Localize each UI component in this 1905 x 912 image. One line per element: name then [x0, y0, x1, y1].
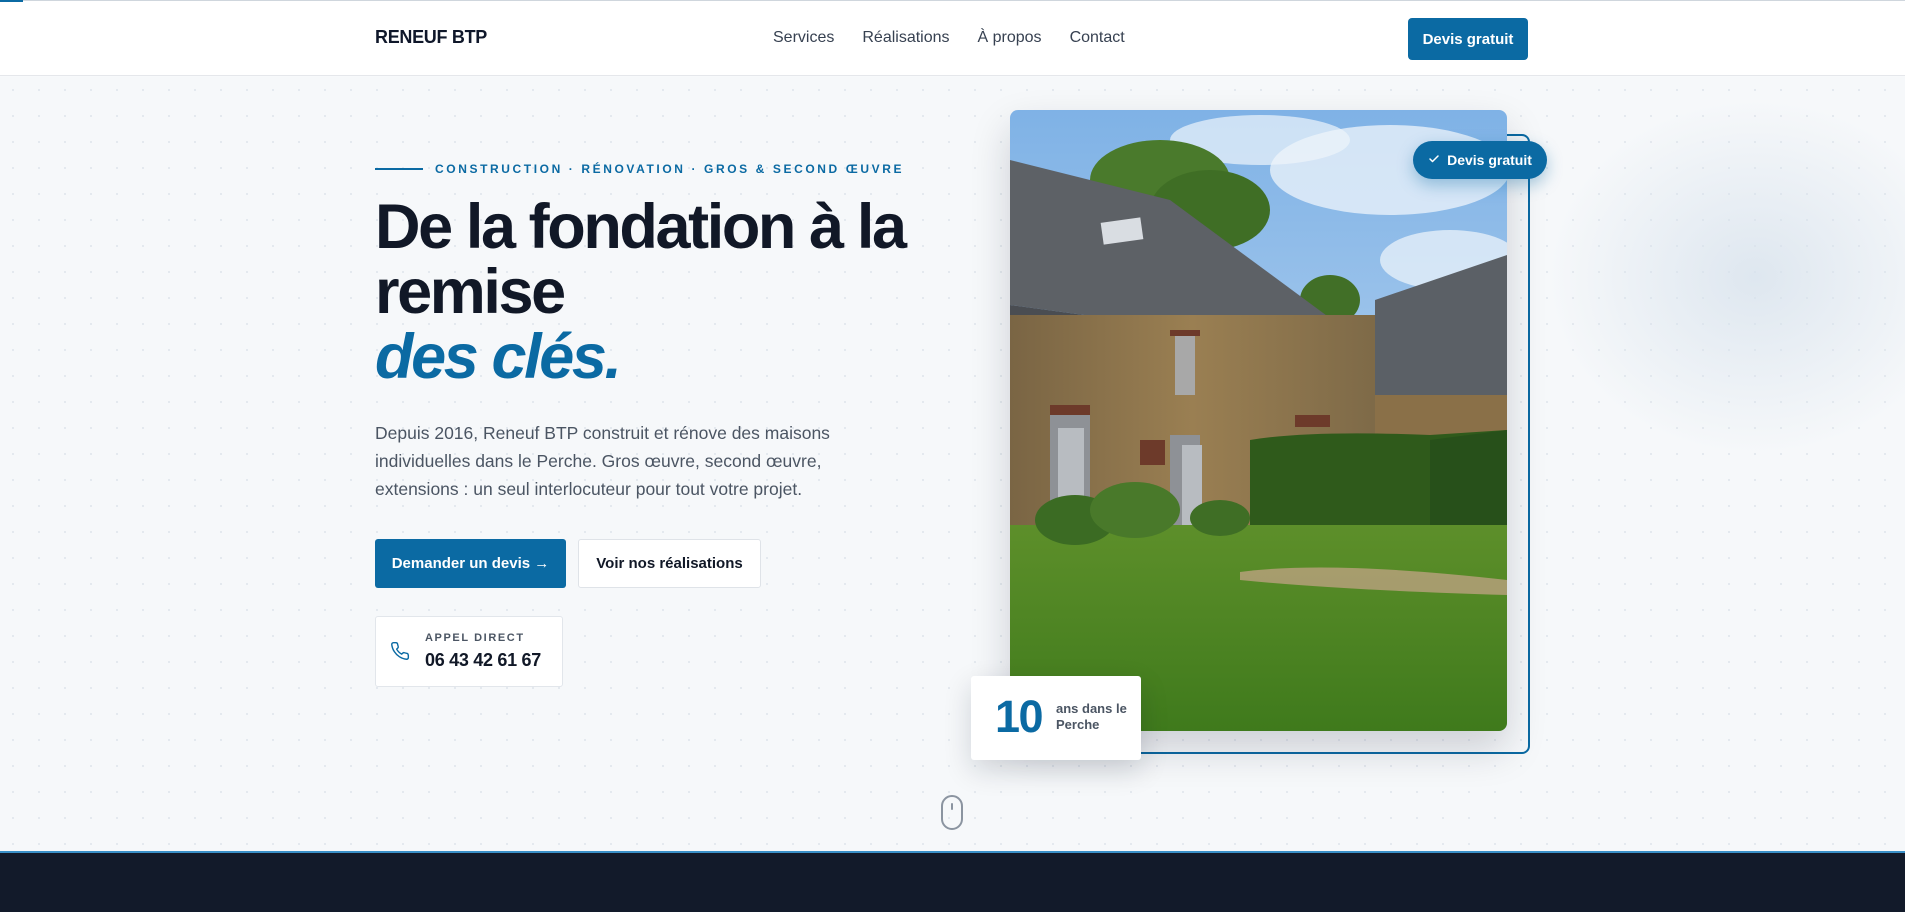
- mouse-scroll-icon[interactable]: [941, 795, 963, 830]
- check-icon: [1428, 152, 1440, 168]
- badge-label: Devis gratuit: [1447, 152, 1532, 168]
- years-text: ans dans le Perche: [1056, 701, 1127, 732]
- phone-icon: [390, 641, 410, 666]
- hero-description: Depuis 2016, Reneuf BTP construit et rén…: [375, 423, 830, 499]
- direct-call-card[interactable]: APPEL DIRECT 06 43 42 61 67: [375, 616, 563, 687]
- logo[interactable]: RENEUF BTP: [375, 27, 487, 48]
- view-projects-button[interactable]: Voir nos réalisations: [578, 539, 761, 588]
- request-quote-button[interactable]: Demander un devis →: [375, 539, 566, 588]
- hero-title-accent: des clés.: [375, 322, 622, 392]
- hero-title-main: De la fondation à la remise: [375, 192, 907, 327]
- hero-title: De la fondation à la remise des clés.: [375, 195, 975, 390]
- hero-glow: [1545, 97, 1905, 457]
- hero-house-image: [1010, 110, 1507, 731]
- scroll-progress-bar: [0, 0, 23, 2]
- hero-section: CONSTRUCTION · RÉNOVATION · GROS & SECON…: [0, 77, 1905, 852]
- nav-link-services[interactable]: Services: [773, 29, 834, 47]
- mouse-wheel: [951, 803, 953, 810]
- nav-link-contact[interactable]: Contact: [1070, 29, 1125, 47]
- next-section-dark-band: [0, 851, 1905, 912]
- nav-link-a-propos[interactable]: À propos: [978, 29, 1042, 47]
- site-header: RENEUF BTP Services Réalisations À propo…: [0, 0, 1905, 76]
- years-value: 10: [995, 691, 1044, 742]
- phone-label: APPEL DIRECT: [425, 632, 525, 644]
- hero-eyebrow: CONSTRUCTION · RÉNOVATION · GROS & SECON…: [375, 162, 904, 176]
- main-nav: Services Réalisations À propos Contact: [773, 29, 1125, 47]
- header-quote-button[interactable]: Devis gratuit: [1408, 18, 1528, 60]
- years-experience-card: 10 ans dans le Perche: [971, 676, 1141, 760]
- eyebrow-line: [375, 168, 423, 170]
- phone-number[interactable]: 06 43 42 61 67: [425, 650, 541, 671]
- eyebrow-text: CONSTRUCTION · RÉNOVATION · GROS & SECON…: [435, 162, 905, 176]
- nav-link-realisations[interactable]: Réalisations: [862, 29, 949, 47]
- free-quote-badge: Devis gratuit: [1413, 141, 1547, 179]
